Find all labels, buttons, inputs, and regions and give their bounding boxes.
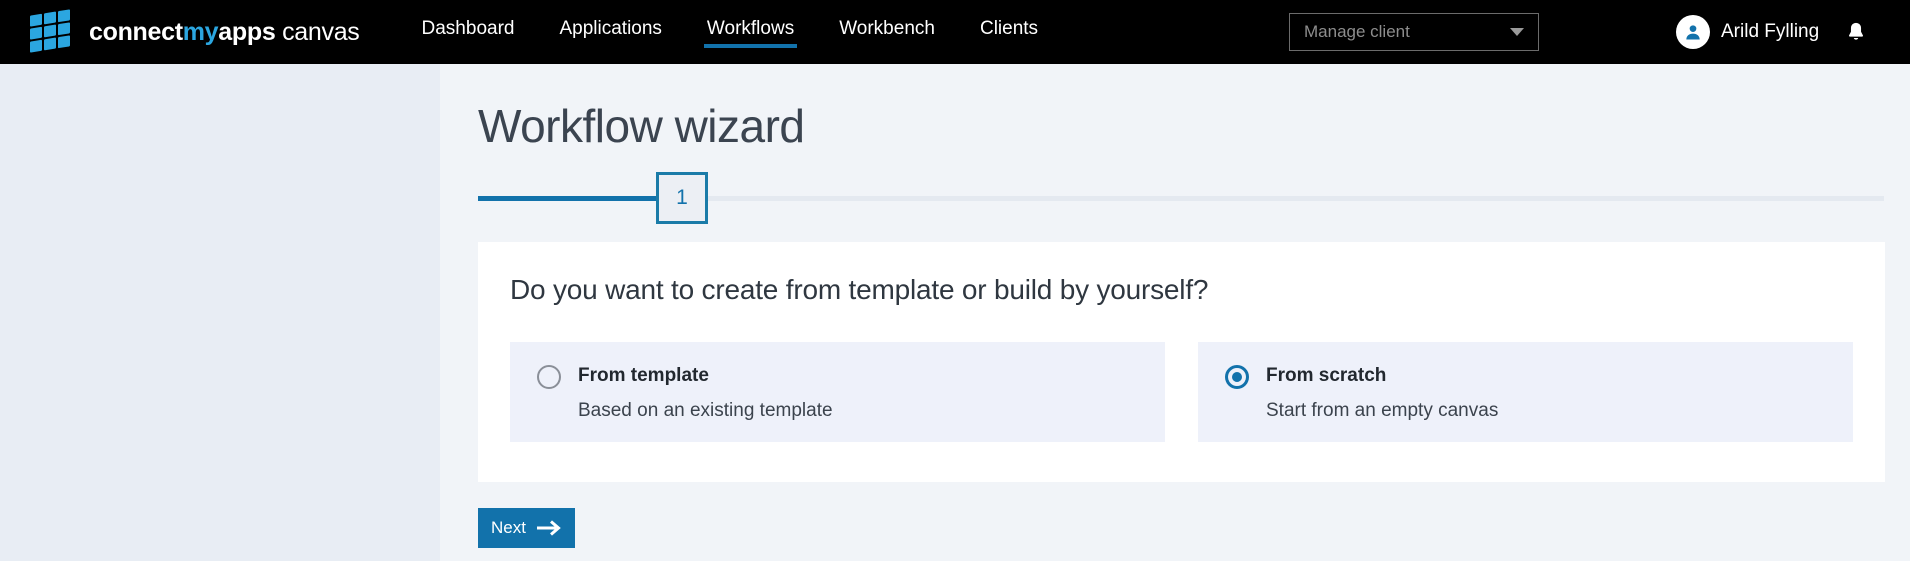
chevron-down-icon bbox=[1510, 28, 1524, 36]
option-title-from-scratch: From scratch bbox=[1266, 365, 1387, 386]
option-description-from-template: Based on an existing template bbox=[578, 400, 833, 421]
radio-from-scratch[interactable] bbox=[1225, 365, 1249, 389]
user-menu[interactable]: Arild Fylling bbox=[1676, 0, 1867, 64]
card-heading: Do you want to create from template or b… bbox=[510, 274, 1209, 305]
nav-item-clients[interactable]: Clients bbox=[980, 19, 1038, 46]
wizard-progress: 1 bbox=[478, 172, 1884, 224]
left-sidebar bbox=[0, 64, 440, 561]
bell-icon bbox=[1849, 22, 1864, 40]
main-nav: Dashboard Applications Workflows Workben… bbox=[422, 0, 1084, 64]
brand-logo-link[interactable]: connectmyapps canvas bbox=[30, 0, 360, 64]
user-name-label: Arild Fylling bbox=[1721, 21, 1820, 42]
next-button-label: Next bbox=[491, 518, 526, 537]
grid-squares-logo-icon bbox=[30, 8, 76, 55]
brand-part-connect: connect bbox=[89, 17, 183, 46]
brand-part-canvas: canvas bbox=[275, 17, 360, 46]
radio-from-template[interactable] bbox=[537, 365, 561, 389]
option-from-scratch[interactable]: From scratch Start from an empty canvas bbox=[1198, 342, 1853, 442]
page-title: Workflow wizard bbox=[478, 100, 805, 152]
nav-item-dashboard[interactable]: Dashboard bbox=[422, 19, 515, 46]
person-avatar-icon bbox=[1686, 25, 1700, 40]
nav-item-applications[interactable]: Applications bbox=[559, 19, 661, 46]
brand-part-my: my bbox=[182, 17, 219, 46]
main-content: Workflow wizard 1 Do you want to create … bbox=[440, 64, 1910, 561]
wizard-step-marker-1[interactable]: 1 bbox=[656, 172, 708, 224]
arrow-right-icon bbox=[536, 519, 562, 537]
option-description-from-scratch: Start from an empty canvas bbox=[1266, 400, 1499, 421]
brand-wordmark: connectmyapps canvas bbox=[89, 17, 360, 46]
option-title-from-template: From template bbox=[578, 365, 709, 386]
notifications-button[interactable] bbox=[1845, 20, 1867, 44]
brand-part-apps: apps bbox=[218, 17, 276, 46]
nav-item-workbench[interactable]: Workbench bbox=[839, 19, 935, 46]
manage-client-placeholder: Manage client bbox=[1304, 22, 1410, 41]
top-navigation-bar: connectmyapps canvas Dashboard Applicati… bbox=[0, 0, 1910, 64]
option-group: From template Based on an existing templ… bbox=[510, 342, 1853, 442]
avatar bbox=[1676, 15, 1710, 49]
option-from-template[interactable]: From template Based on an existing templ… bbox=[510, 342, 1165, 442]
manage-client-dropdown[interactable]: Manage client bbox=[1289, 13, 1539, 51]
next-button[interactable]: Next bbox=[478, 508, 575, 548]
progress-fill bbox=[478, 196, 658, 201]
wizard-card: Do you want to create from template or b… bbox=[478, 242, 1885, 482]
nav-item-workflows[interactable]: Workflows bbox=[703, 19, 798, 48]
